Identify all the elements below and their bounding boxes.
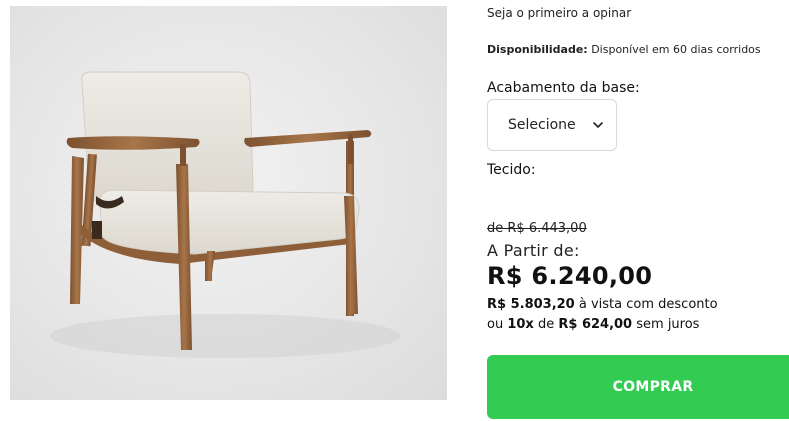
installment-value: R$ 624,00 (558, 317, 633, 332)
installments-suffix: sem juros (636, 317, 700, 332)
product-image[interactable] (10, 6, 447, 400)
buy-button[interactable]: COMPRAR (487, 355, 789, 419)
finish-select-value: Selecione (508, 117, 576, 133)
cash-price-line: R$ 5.803,20 à vista com desconto (487, 297, 718, 312)
finish-label: Acabamento da base: (487, 80, 640, 96)
installments-count: 10x (507, 317, 534, 332)
cash-suffix: à vista com desconto (578, 297, 718, 312)
installments-line: ou 10x de R$ 624,00 sem juros (487, 317, 699, 332)
installments-prefix: ou (487, 317, 504, 332)
old-price: de R$ 6.443,00 (487, 221, 587, 236)
chevron-down-icon (593, 122, 603, 128)
from-label: A Partir de: (487, 241, 580, 260)
availability-value: Disponível em 60 dias corridos (591, 43, 761, 56)
fabric-label: Tecido: (487, 162, 536, 178)
installments-mid: de (537, 317, 555, 332)
product-info-panel: Seja o primeiro a opinar Disponibilidade… (487, 0, 789, 421)
armchair-illustration (50, 71, 400, 358)
review-link[interactable]: Seja o primeiro a opinar (487, 6, 631, 20)
availability: Disponibilidade: Disponível em 60 dias c… (487, 43, 761, 56)
cash-price: R$ 5.803,20 (487, 297, 575, 312)
availability-label: Disponibilidade: (487, 43, 588, 56)
current-price: R$ 6.240,00 (487, 262, 653, 290)
finish-select[interactable]: Selecione (487, 99, 617, 151)
